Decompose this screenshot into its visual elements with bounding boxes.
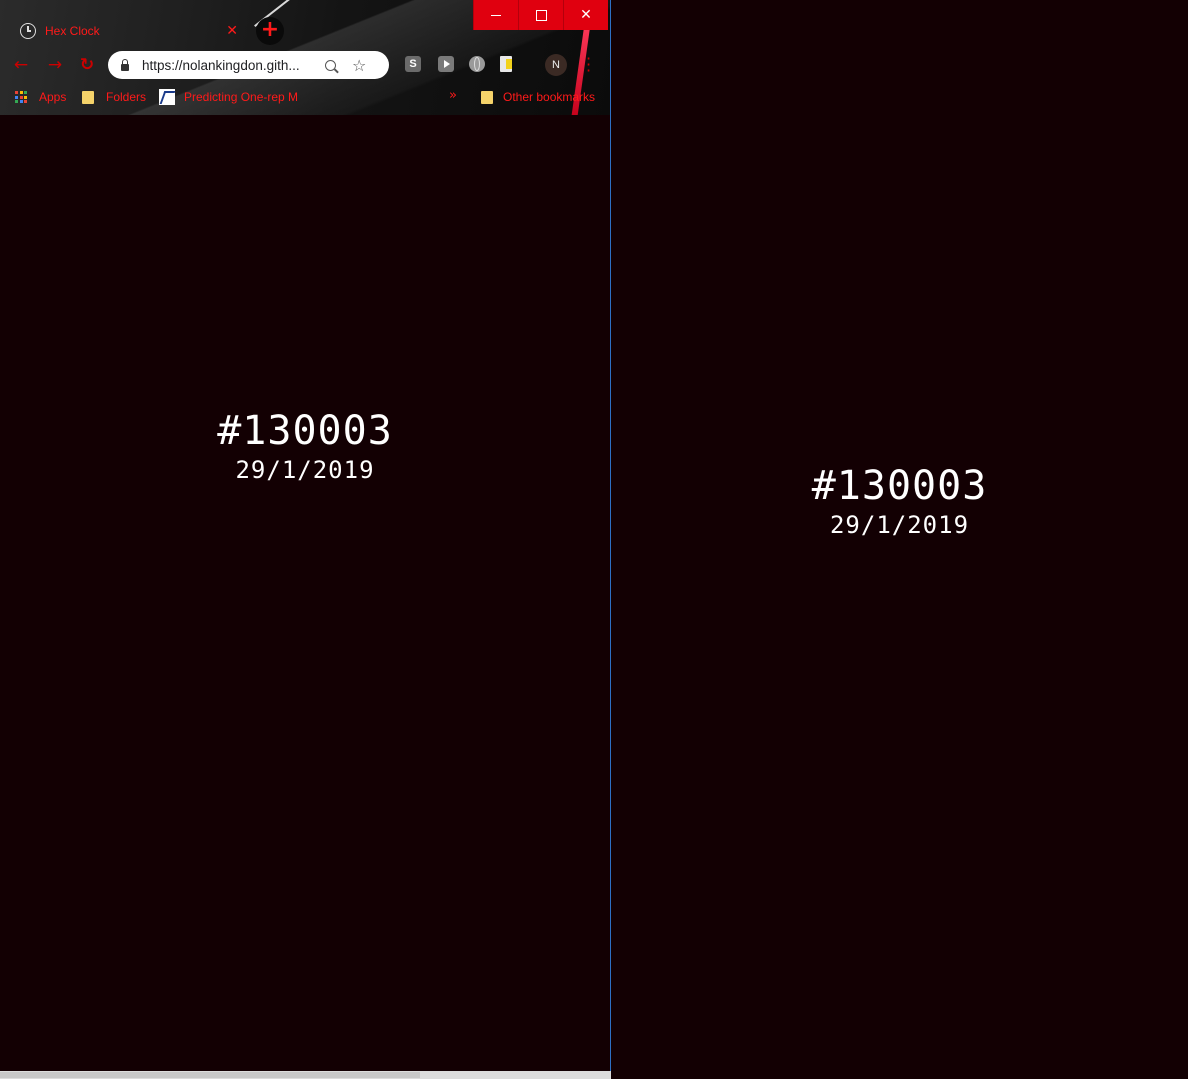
profile-avatar[interactable]: N: [545, 54, 567, 76]
lock-icon[interactable]: [121, 58, 129, 71]
date-text: 29/1/2019: [829, 511, 970, 539]
new-tab-button[interactable]: +: [256, 17, 284, 45]
bookmark-other-label: Other bookmarks: [503, 90, 596, 104]
bookmarks-overflow-button[interactable]: »: [449, 88, 457, 103]
runner-icon: [159, 89, 175, 105]
forward-button[interactable]: →: [44, 54, 66, 76]
extension-doc-icon[interactable]: [500, 56, 512, 72]
tab-title: Hex Clock: [45, 24, 100, 38]
close-window-button[interactable]: ✕: [563, 0, 608, 30]
tab-close-icon[interactable]: ✕: [226, 23, 238, 39]
hex-color-text: #130003: [217, 408, 393, 454]
maximize-button[interactable]: [518, 0, 563, 30]
reload-button[interactable]: ↻: [76, 54, 98, 76]
extension-globe-icon[interactable]: [469, 56, 485, 72]
folder-icon: [82, 90, 94, 104]
apps-grid-icon: [15, 91, 27, 103]
bookmark-predicting-label: Predicting One-rep M: [184, 90, 299, 104]
clock-icon: [20, 23, 36, 39]
bookmark-folders-label: Folders: [106, 90, 147, 104]
bookmark-other[interactable]: Other bookmarks: [481, 89, 595, 105]
bookmark-predicting[interactable]: Predicting One-rep M: [159, 89, 298, 105]
zoom-icon[interactable]: [325, 59, 336, 71]
browser-chrome: Hex Clock ✕ + ✕ ← → ↻ https://nolankingd…: [0, 0, 610, 115]
extension-youtube-icon[interactable]: [438, 56, 454, 72]
date-text: 29/1/2019: [235, 456, 375, 484]
window-controls: ✕: [473, 0, 610, 30]
scrollbar-thumb[interactable]: [0, 1072, 420, 1078]
menu-icon[interactable]: · · ·: [586, 51, 591, 79]
tab-hex-clock[interactable]: Hex Clock ✕: [8, 16, 248, 46]
url-text[interactable]: https://nolankingdon.gith...: [142, 58, 314, 73]
hex-color-text: #130003: [811, 463, 988, 509]
page-clock: #130003 29/1/2019: [0, 407, 610, 485]
fullscreen-clock-pane: #130003 29/1/2019: [611, 0, 1188, 1079]
extension-s-icon[interactable]: S: [405, 56, 421, 72]
bookmark-star-icon[interactable]: ☆: [352, 56, 366, 75]
browser-window: Hex Clock ✕ + ✕ ← → ↻ https://nolankingd…: [0, 0, 611, 1072]
folder-icon: [481, 90, 493, 104]
bookmark-apps-label: Apps: [39, 90, 67, 104]
back-button[interactable]: ←: [10, 54, 32, 76]
minimize-button[interactable]: [473, 0, 518, 30]
bookmark-apps[interactable]: Apps: [15, 89, 66, 105]
address-bar[interactable]: https://nolankingdon.gith... ☆: [108, 51, 389, 79]
fullscreen-clock: #130003 29/1/2019: [611, 462, 1188, 540]
bookmark-folders[interactable]: Folders: [82, 89, 146, 105]
